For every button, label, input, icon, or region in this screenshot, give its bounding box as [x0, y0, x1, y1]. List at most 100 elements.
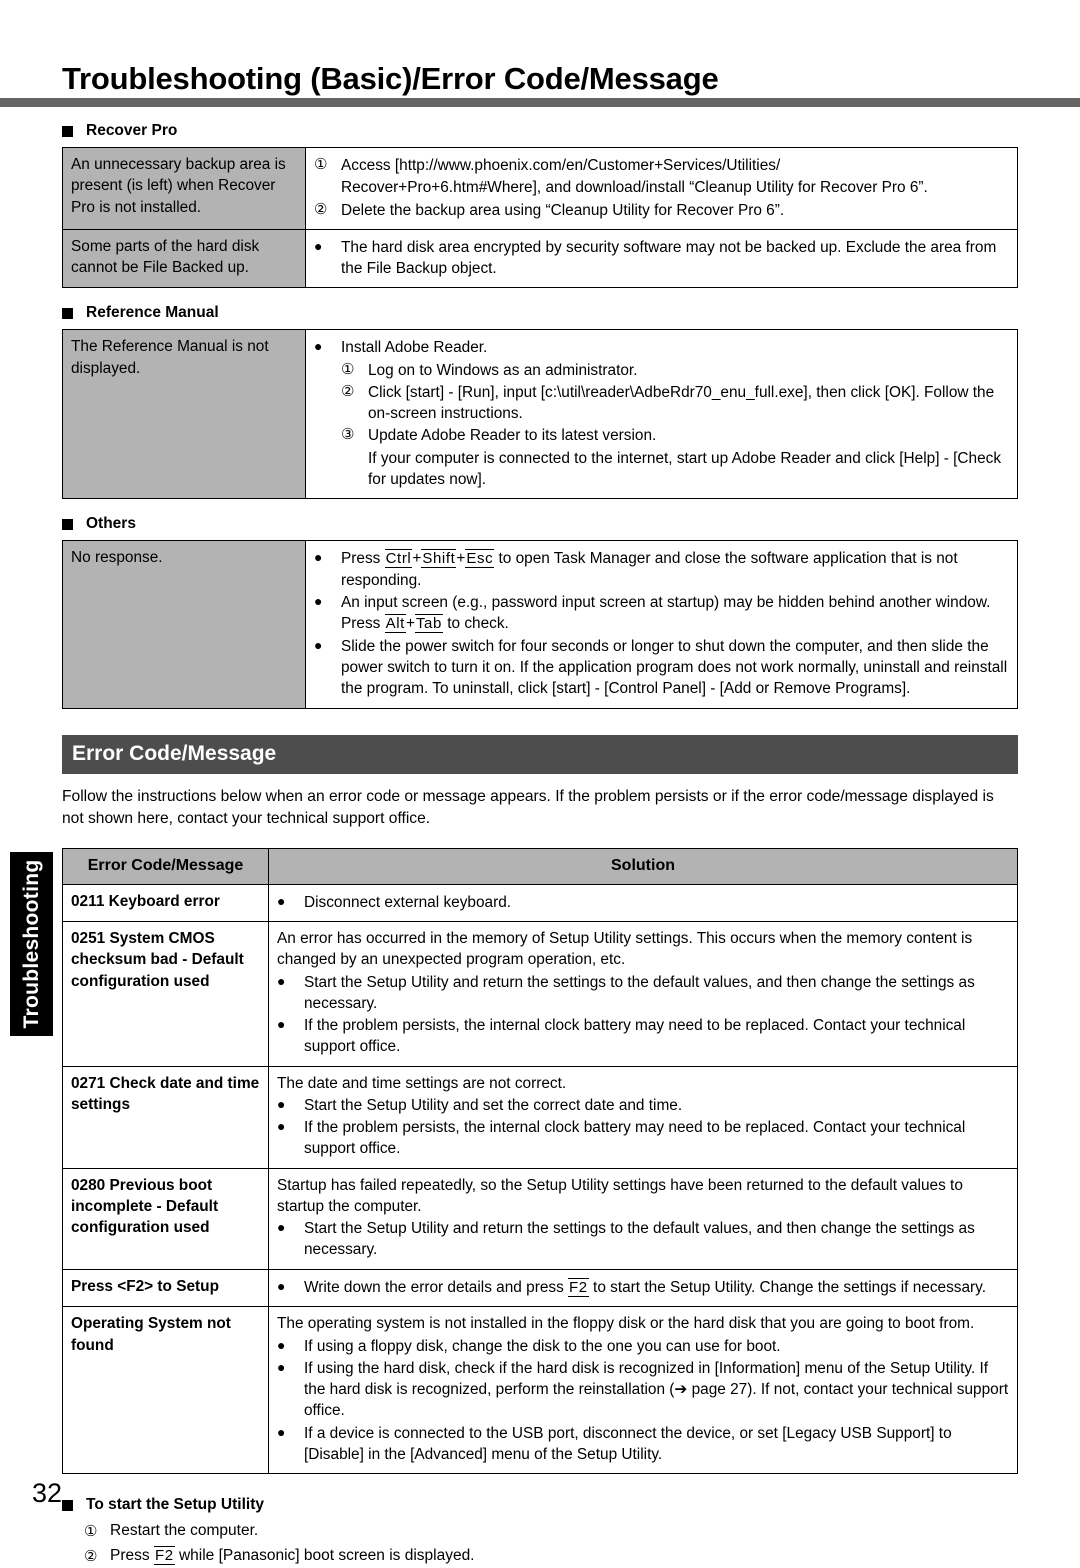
list-text: The hard disk area encrypted by security…: [341, 238, 997, 277]
list-text: Start the Setup Utility and return the s…: [304, 1220, 975, 1259]
page-number: 32: [32, 1478, 63, 1508]
list-text: Install Adobe Reader.: [341, 339, 488, 357]
square-bullet-icon: [62, 1499, 73, 1511]
list-text: Disconnect external keyboard.: [304, 893, 512, 911]
list-text: If using a floppy disk, change the disk …: [304, 1337, 781, 1355]
list-item: ● If the problem persists, the internal …: [277, 1015, 1009, 1058]
list-item: ① Access [http://www.phoenix.com/en/Cust…: [314, 155, 1009, 176]
key-tab: Tab: [414, 614, 443, 634]
list-marker: ●: [314, 237, 323, 254]
list-item: ● If the problem persists, the internal …: [277, 1117, 1009, 1160]
list-marker: ②: [314, 200, 328, 218]
row-label: Some parts of the hard disk cannot be Fi…: [62, 228, 306, 289]
list-marker: ①: [84, 1523, 98, 1541]
list-text: Log on to Windows as an administrator.: [368, 361, 638, 379]
error-code: 0280 Previous boot incomplete - Default …: [62, 1167, 269, 1270]
solution-paragraph: An error has occurred in the memory of S…: [277, 930, 973, 969]
list-text: Restart the computer.: [110, 1522, 259, 1540]
error-solution: The date and time settings are not corre…: [268, 1065, 1018, 1169]
table-row: 0211 Keyboard error ● Disconnect externa…: [62, 883, 1018, 923]
table-header-row: Error Code/Message Solution: [62, 847, 1018, 885]
list-text: Delete the backup area using “Cleanup Ut…: [341, 201, 785, 219]
list-marker: ●: [277, 892, 286, 909]
list-text: Update Adobe Reader to its latest versio…: [368, 427, 657, 445]
list-text: If the problem persists, the internal cl…: [304, 1017, 966, 1056]
list-text: Start the Setup Utility and set the corr…: [304, 1096, 683, 1114]
title-rule: [0, 98, 1080, 107]
setup-utility-steps: ① Restart the computer. ② Press F2 while…: [84, 1522, 1018, 1567]
list-text: Click [start] - [Run], input [c:\util\re…: [368, 383, 995, 422]
error-solution: The operating system is not installed in…: [268, 1306, 1018, 1475]
row-solution: ① Access [http://www.phoenix.com/en/Cust…: [305, 147, 1018, 230]
list-item: ● Slide the power switch for four second…: [314, 636, 1009, 700]
column-header-solution: Solution: [268, 847, 1018, 885]
section-heading-recover-pro: Recover Pro: [62, 122, 1018, 140]
list-marker: ●: [277, 1336, 286, 1353]
list-item: ● An input screen (e.g., password input …: [314, 592, 1009, 635]
list-item: ① Restart the computer.: [84, 1522, 1018, 1543]
section-heading-label: Recover Pro: [86, 122, 178, 139]
list-text: If the problem persists, the internal cl…: [304, 1119, 966, 1158]
list-marker: ●: [277, 1277, 286, 1294]
error-solution: An error has occurred in the memory of S…: [268, 921, 1018, 1067]
list-text: An input screen (e.g., password input sc…: [341, 593, 991, 634]
row-label: The Reference Manual is not displayed.: [62, 329, 306, 499]
list-item: ① Log on to Windows as an administrator.: [314, 360, 1009, 381]
list-text: Start the Setup Utility and return the s…: [304, 973, 975, 1012]
error-code: 0251 System CMOS checksum bad - Default …: [62, 921, 269, 1067]
list-marker: ●: [314, 549, 323, 565]
list-item: ● The hard disk area encrypted by securi…: [314, 237, 1009, 280]
list-marker: ①: [314, 156, 328, 173]
list-marker: ●: [277, 1219, 286, 1236]
section-heading-setup-utility: To start the Setup Utility: [62, 1496, 1018, 1514]
row-solution: ● Press Ctrl+Shift+Esc to open Task Mana…: [305, 540, 1018, 709]
list-item: ● If using a floppy disk, change the dis…: [277, 1336, 1009, 1357]
section-heading-reference-manual: Reference Manual: [62, 304, 1018, 322]
list-marker: ●: [314, 592, 323, 609]
list-item: ● Install Adobe Reader.: [314, 337, 1009, 358]
column-header-error-code: Error Code/Message: [62, 847, 269, 885]
list-marker: ①: [341, 360, 355, 378]
key-ctrl: Ctrl: [384, 549, 413, 568]
list-marker: ●: [277, 1118, 286, 1135]
error-solution: ● Write down the error details and press…: [268, 1268, 1018, 1308]
key-alt: Alt: [384, 614, 406, 634]
row-label: An unnecessary backup area is present (i…: [62, 147, 306, 230]
square-bullet-icon: [62, 307, 73, 319]
side-tab-label: Troubleshooting: [19, 859, 43, 1029]
list-text: Press F2 while [Panasonic] boot screen i…: [110, 1545, 475, 1565]
page-content: Recover Pro An unnecessary backup area i…: [62, 122, 1018, 1568]
list-marker: ②: [341, 382, 355, 400]
list-item: ② Click [start] - [Run], input [c:\util\…: [314, 382, 1009, 425]
error-code: Operating System not found: [62, 1306, 269, 1475]
row-solution: ● The hard disk area encrypted by securi…: [305, 228, 1018, 289]
setup-utility-block: To start the Setup Utility ① Restart the…: [62, 1496, 1018, 1567]
solution-paragraph: The date and time settings are not corre…: [277, 1074, 567, 1092]
table-row: No response. ● Press Ctrl+Shift+Esc to o…: [62, 540, 1018, 709]
section-heading-label: To start the Setup Utility: [86, 1496, 264, 1514]
list-marker: ●: [277, 1016, 286, 1033]
list-item: ● Start the Setup Utility and return the…: [277, 1218, 1009, 1261]
list-text: Press Ctrl+Shift+Esc to open Task Manage…: [341, 549, 958, 589]
row-solution: ● Install Adobe Reader. ① Log on to Wind…: [305, 329, 1018, 499]
list-text: If using the hard disk, check if the har…: [304, 1359, 1009, 1420]
list-text: Write down the error details and press F…: [304, 1277, 986, 1297]
section-heading-label: Others: [86, 515, 136, 532]
table-row: 0271 Check date and time settings The da…: [62, 1065, 1018, 1169]
solution-paragraph: The operating system is not installed in…: [277, 1315, 975, 1333]
error-code: Press <F2> to Setup: [62, 1268, 269, 1308]
solution-paragraph: Startup has failed repeatedly, so the Se…: [277, 1176, 963, 1215]
list-item: ● If a device is connected to the USB po…: [277, 1423, 1009, 1466]
table-row: Press <F2> to Setup ● Write down the err…: [62, 1268, 1018, 1308]
table-row: 0280 Previous boot incomplete - Default …: [62, 1167, 1018, 1270]
section-heading-others: Others: [62, 515, 1018, 533]
error-code-table: Error Code/Message Solution 0211 Keyboar…: [62, 847, 1018, 1475]
others-table: No response. ● Press Ctrl+Shift+Esc to o…: [62, 540, 1018, 709]
table-row: Some parts of the hard disk cannot be Fi…: [62, 228, 1018, 289]
list-item: ● Disconnect external keyboard.: [277, 892, 1009, 913]
list-marker: ●: [314, 338, 323, 355]
error-section-intro: Follow the instructions below when an er…: [62, 787, 994, 827]
list-item: ● If using the hard disk, check if the h…: [277, 1358, 1009, 1422]
list-marker: ③: [341, 426, 355, 444]
page-title: Troubleshooting (Basic)/Error Code/Messa…: [62, 60, 719, 96]
